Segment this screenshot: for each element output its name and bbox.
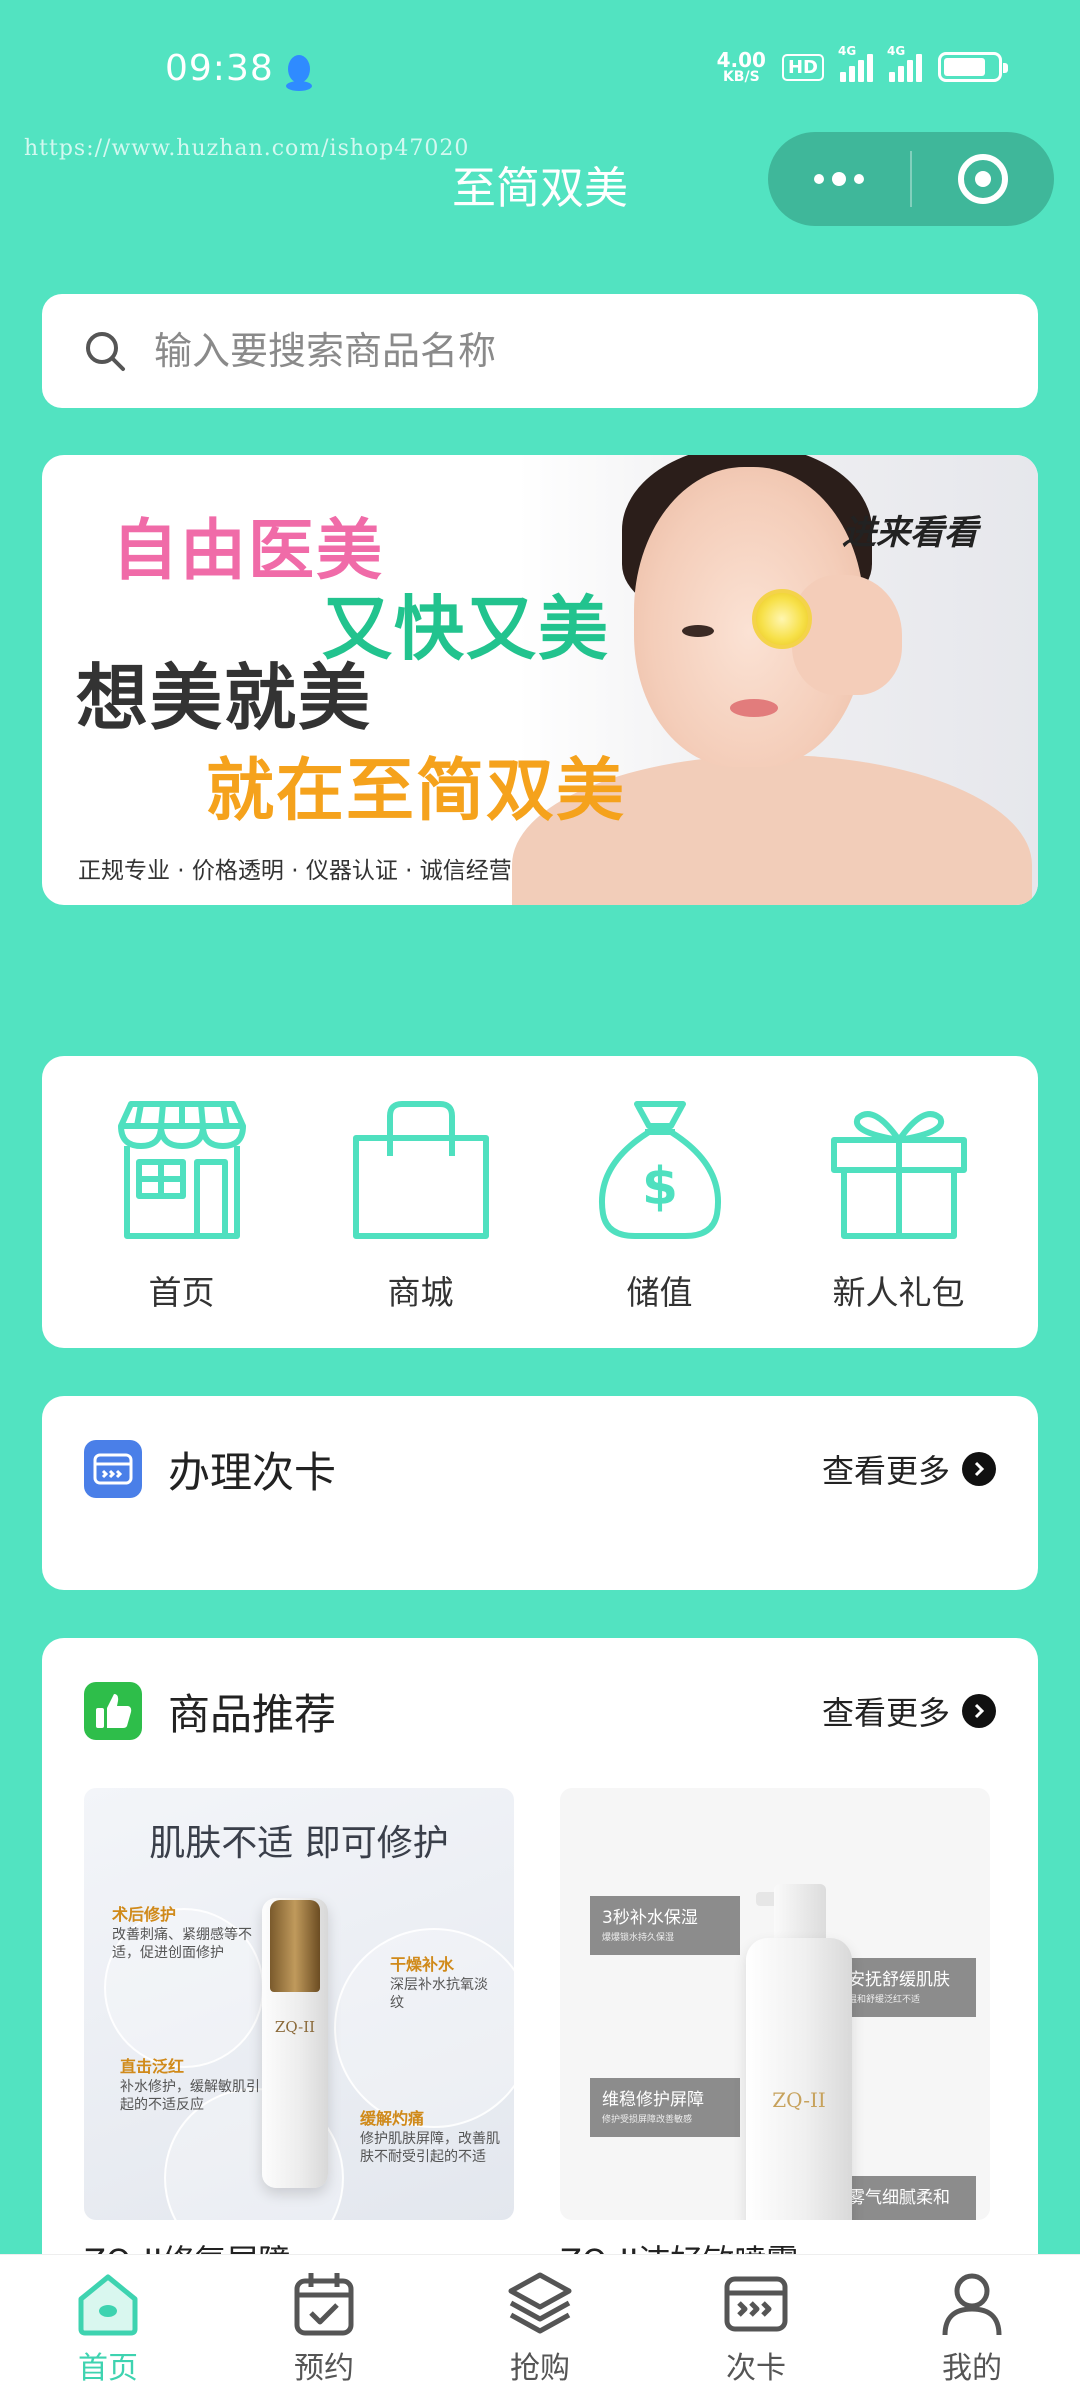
- network-speed: 4.00 KB/S: [716, 48, 766, 85]
- tab-label: 预约: [294, 2350, 354, 2386]
- product-headline: 肌肤不适 即可修护: [149, 1823, 449, 1864]
- banner-tags: 正规专业 · 价格透明 · 仪器认证 · 诚信经营: [78, 858, 512, 884]
- tab-bar: 首页 预约 抢购 次卡 我的: [0, 2254, 1080, 2400]
- quick-item-label: 商城: [387, 1273, 454, 1312]
- card-icon: [724, 2276, 788, 2331]
- product-image: [746, 1938, 852, 2220]
- section-title: 办理次卡: [168, 1447, 337, 1497]
- battery-icon: [938, 52, 1008, 82]
- quick-item-home[interactable]: 首页: [97, 1096, 267, 1314]
- product-list: 肌肤不适 即可修护 ZQ-II 术后修护 改善刺痛、紧绷感等不适，促进创面修护 …: [84, 1788, 990, 2220]
- quick-item-new-user-gift[interactable]: 新人礼包: [814, 1096, 984, 1314]
- product-feature-box: 雾气细腻柔和: [836, 2176, 976, 2220]
- view-more-link[interactable]: 查看更多: [822, 1446, 996, 1492]
- gift-icon: [830, 1111, 967, 1239]
- tab-label: 我的: [942, 2350, 1002, 2386]
- product-brand: ZQ-II: [274, 2018, 316, 2036]
- tab-times-card[interactable]: 次卡: [676, 2269, 836, 2387]
- product-card[interactable]: 肌肤不适 即可修护 ZQ-II 术后修护 改善刺痛、紧绷感等不适，促进创面修护 …: [84, 1788, 514, 2220]
- signal-icon-sim2: 4G: [887, 44, 922, 82]
- product-card[interactable]: 3秒补水保湿 爆爆锁水持久保湿 安抚舒缓肌肤 温和舒缓泛红不适 维稳修护屏障 修…: [560, 1788, 990, 2220]
- search-icon: [86, 332, 125, 371]
- svg-text:$: $: [641, 1157, 677, 1217]
- home-icon: [78, 2274, 138, 2335]
- product-note: 干燥补水 深层补水抗氧淡纹: [390, 1955, 488, 2012]
- card-section: 办理次卡 查看更多: [42, 1396, 1038, 1590]
- layers-icon: [508, 2272, 572, 2333]
- status-time: 09:38: [165, 48, 274, 89]
- more-dots-icon: [814, 172, 864, 186]
- tab-booking[interactable]: 预约: [244, 2269, 404, 2387]
- product-feature-box: 3秒补水保湿 爆爆锁水持久保湿: [590, 1896, 740, 1955]
- quick-menu: 首页 商城 $ 储值 新人礼包: [42, 1056, 1038, 1348]
- qq-icon: [286, 55, 312, 91]
- target-circle-icon: [958, 154, 1008, 204]
- tab-flash-sale[interactable]: 抢购: [460, 2269, 620, 2387]
- quick-item-label: 新人礼包: [832, 1273, 965, 1312]
- banner-line-4: 就在至简双美: [206, 752, 627, 831]
- chevron-right-icon: [962, 1694, 996, 1728]
- user-icon: [942, 2273, 1002, 2335]
- search-input[interactable]: [154, 329, 954, 373]
- tab-home[interactable]: 首页: [28, 2269, 188, 2387]
- quick-item-mall[interactable]: 商城: [336, 1096, 506, 1314]
- banner-line-3: 想美就美: [76, 656, 373, 740]
- section-title: 商品推荐: [168, 1689, 337, 1739]
- product-note: 缓解灼痛 修护肌肤屏障，改善肌肤不耐受引起的不适: [360, 2109, 500, 2166]
- hd-badge: HD: [781, 53, 824, 81]
- shopping-bag-icon: [352, 1101, 489, 1239]
- tab-label: 次卡: [726, 2350, 786, 2386]
- banner-cta: 进来看看: [842, 513, 978, 553]
- status-bar: 09:38 4.00 KB/S HD 4G 4G: [0, 0, 1080, 140]
- chevron-right-icon: [962, 1452, 996, 1486]
- search-bar[interactable]: [42, 294, 1038, 408]
- quick-item-label: 储值: [626, 1273, 693, 1312]
- calendar-check-icon: [294, 2272, 354, 2335]
- thumbs-up-icon: [84, 1682, 142, 1740]
- product-feature-box: 安抚舒缓肌肤 温和舒缓泛红不适: [836, 1958, 976, 2017]
- promo-banner[interactable]: 自由医美 又快又美 想美就美 就在至简双美 正规专业 · 价格透明 · 仪器认证…: [42, 455, 1038, 905]
- card-icon: [84, 1440, 142, 1498]
- money-bag-icon: $: [598, 1101, 721, 1239]
- lemon-slice-image: [752, 589, 812, 649]
- product-feature-box: 维稳修护屏障 修护受损屏障改善敏感: [590, 2078, 740, 2137]
- tab-profile[interactable]: 我的: [892, 2269, 1052, 2387]
- tab-label: 抢购: [510, 2350, 570, 2386]
- close-miniprogram-button[interactable]: [912, 132, 1054, 226]
- product-brand: ZQ-II: [772, 2088, 826, 2112]
- miniprogram-capsule: [768, 132, 1054, 226]
- quick-item-stored-value[interactable]: $ 储值: [575, 1096, 745, 1314]
- status-indicators: 4.00 KB/S HD 4G 4G: [716, 44, 1008, 85]
- view-more-link[interactable]: 查看更多: [822, 1688, 996, 1734]
- product-note: 术后修护 改善刺痛、紧绷感等不适，促进创面修护: [112, 1905, 252, 1962]
- quick-item-label: 首页: [148, 1273, 215, 1312]
- store-icon: [117, 1101, 246, 1239]
- more-menu-button[interactable]: [768, 132, 910, 226]
- product-note: 直击泛红 补水修护，缓解敏肌引起的不适反应: [120, 2057, 260, 2114]
- recommend-section: 商品推荐 查看更多 肌肤不适 即可修护 ZQ-II 术后修护 改善刺痛、紧绷感等…: [42, 1638, 1038, 2318]
- tab-label: 首页: [78, 2350, 138, 2386]
- signal-icon-sim1: 4G: [838, 44, 873, 82]
